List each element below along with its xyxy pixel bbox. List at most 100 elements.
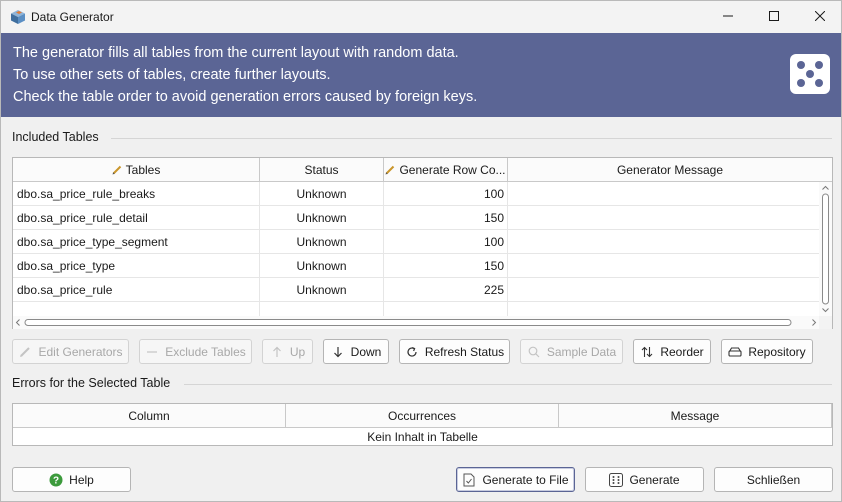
status-cell: Unknown bbox=[260, 182, 384, 206]
generate-to-file-label: Generate to File bbox=[482, 472, 569, 487]
generate-button[interactable]: Generate bbox=[585, 467, 704, 492]
banner-line-3: Check the table order to avoid generatio… bbox=[13, 89, 478, 105]
cube-icon bbox=[10, 9, 26, 25]
column-header-label: Column bbox=[128, 408, 170, 423]
minimize-icon bbox=[723, 10, 733, 24]
file-check-icon bbox=[462, 473, 476, 487]
column-header-occurrences[interactable]: Occurrences bbox=[286, 404, 559, 428]
column-header-label: Message bbox=[670, 408, 720, 423]
status-cell: Unknown bbox=[260, 206, 384, 230]
pencil-icon bbox=[112, 165, 122, 175]
table-name-cell: dbo.sa_price_rule bbox=[13, 278, 260, 302]
move-up-button[interactable]: Up bbox=[262, 339, 313, 364]
help-label: Help bbox=[69, 472, 94, 487]
table-name-cell: dbo.sa_price_type bbox=[13, 254, 260, 278]
close-icon bbox=[814, 10, 826, 24]
empty-cell bbox=[260, 302, 384, 316]
close-dialog-label: Schließen bbox=[746, 472, 801, 487]
empty-cell bbox=[13, 302, 260, 316]
window-title: Data Generator bbox=[31, 10, 114, 24]
empty-table-placeholder: Kein Inhalt in Tabelle bbox=[367, 429, 478, 444]
generate-to-file-button[interactable]: Generate to File bbox=[456, 467, 575, 492]
included-tables-grid[interactable]: Tables Status Generate Row Co... Generat… bbox=[12, 157, 833, 329]
row-count-cell[interactable]: 100 bbox=[384, 182, 508, 206]
arrow-down-icon bbox=[331, 345, 345, 359]
magnifier-icon bbox=[527, 345, 541, 359]
svg-text:?: ? bbox=[53, 475, 59, 486]
errors-section-title: Errors for the Selected Table bbox=[12, 376, 171, 390]
errors-grid[interactable]: Column Occurrences Message Kein Inhalt i… bbox=[12, 403, 833, 446]
move-down-button[interactable]: Down bbox=[323, 339, 389, 364]
refresh-icon bbox=[405, 345, 419, 359]
sample-data-button[interactable]: Sample Data bbox=[520, 339, 623, 364]
table-row[interactable]: dbo.sa_price_type_segment Unknown 100 bbox=[13, 230, 819, 254]
close-button[interactable] bbox=[797, 1, 841, 33]
scrollbar-corner bbox=[819, 316, 832, 329]
row-count-cell[interactable]: 100 bbox=[384, 230, 508, 254]
repository-button[interactable]: Repository bbox=[721, 339, 813, 364]
status-cell: Unknown bbox=[260, 230, 384, 254]
column-header-message[interactable]: Generator Message bbox=[508, 158, 832, 182]
horizontal-scrollbar[interactable] bbox=[13, 316, 819, 329]
edit-generators-button[interactable]: Edit Generators bbox=[12, 339, 129, 364]
table-name-cell: dbo.sa_price_rule_breaks bbox=[13, 182, 260, 206]
section-divider bbox=[111, 138, 832, 139]
message-cell bbox=[508, 182, 819, 206]
info-banner: The generator fills all tables from the … bbox=[1, 33, 841, 117]
reorder-button[interactable]: Reorder bbox=[633, 339, 711, 364]
sort-arrows-icon bbox=[640, 345, 654, 359]
data-generator-window: Data Generator The generator fills all t… bbox=[0, 0, 842, 502]
column-header-label: Generator Message bbox=[616, 162, 724, 177]
minimize-button[interactable] bbox=[705, 1, 751, 33]
help-icon: ? bbox=[49, 473, 63, 487]
repository-icon bbox=[728, 345, 742, 359]
table-row[interactable]: dbo.sa_price_type Unknown 150 bbox=[13, 254, 819, 278]
reorder-label: Reorder bbox=[660, 344, 704, 359]
column-header-label: Tables bbox=[125, 162, 161, 177]
move-down-label: Down bbox=[350, 344, 382, 359]
column-header-status[interactable]: Status bbox=[260, 158, 384, 182]
column-header-column[interactable]: Column bbox=[13, 404, 286, 428]
minus-icon bbox=[145, 345, 159, 359]
column-header-message[interactable]: Message bbox=[559, 404, 832, 428]
close-dialog-button[interactable]: Schließen bbox=[714, 467, 833, 492]
table-row[interactable]: dbo.sa_price_rule_detail Unknown 150 bbox=[13, 206, 819, 230]
message-cell bbox=[508, 254, 819, 278]
refresh-status-button[interactable]: Refresh Status bbox=[399, 339, 510, 364]
included-tables-title: Included Tables bbox=[12, 130, 99, 144]
banner-line-1: The generator fills all tables from the … bbox=[13, 45, 459, 61]
status-cell: Unknown bbox=[260, 278, 384, 302]
maximize-icon bbox=[769, 10, 779, 24]
row-count-cell[interactable]: 150 bbox=[384, 254, 508, 278]
message-cell bbox=[508, 278, 819, 302]
column-header-row-count[interactable]: Generate Row Co... bbox=[384, 158, 508, 182]
column-header-label: Generate Row Co... bbox=[399, 162, 506, 177]
vertical-scrollbar[interactable] bbox=[819, 182, 832, 316]
exclude-tables-button[interactable]: Exclude Tables bbox=[139, 339, 252, 364]
edit-generators-label: Edit Generators bbox=[38, 344, 123, 359]
maximize-button[interactable] bbox=[751, 1, 797, 33]
pencil-icon bbox=[18, 345, 32, 359]
table-row[interactable]: dbo.sa_price_rule_breaks Unknown 100 bbox=[13, 182, 819, 206]
table-row[interactable]: dbo.sa_price_rule Unknown 225 bbox=[13, 278, 819, 302]
banner-line-2: To use other sets of tables, create furt… bbox=[13, 67, 331, 83]
dice-icon bbox=[790, 54, 830, 94]
table-name-cell: dbo.sa_price_type_segment bbox=[13, 230, 260, 254]
sample-data-label: Sample Data bbox=[546, 344, 617, 359]
section-divider bbox=[184, 384, 832, 385]
column-header-tables[interactable]: Tables bbox=[13, 158, 260, 182]
column-header-label: Status bbox=[304, 162, 339, 177]
table-name-cell: dbo.sa_price_rule_detail bbox=[13, 206, 260, 230]
exclude-tables-label: Exclude Tables bbox=[165, 344, 246, 359]
generate-label: Generate bbox=[629, 472, 680, 487]
repository-label: Repository bbox=[748, 344, 806, 359]
arrow-up-icon bbox=[270, 345, 284, 359]
title-bar: Data Generator bbox=[1, 1, 841, 33]
row-count-cell[interactable]: 225 bbox=[384, 278, 508, 302]
message-cell bbox=[508, 206, 819, 230]
message-cell bbox=[508, 230, 819, 254]
move-up-label: Up bbox=[289, 344, 306, 359]
column-header-label: Occurrences bbox=[387, 408, 457, 423]
help-button[interactable]: ? Help bbox=[12, 467, 131, 492]
row-count-cell[interactable]: 150 bbox=[384, 206, 508, 230]
